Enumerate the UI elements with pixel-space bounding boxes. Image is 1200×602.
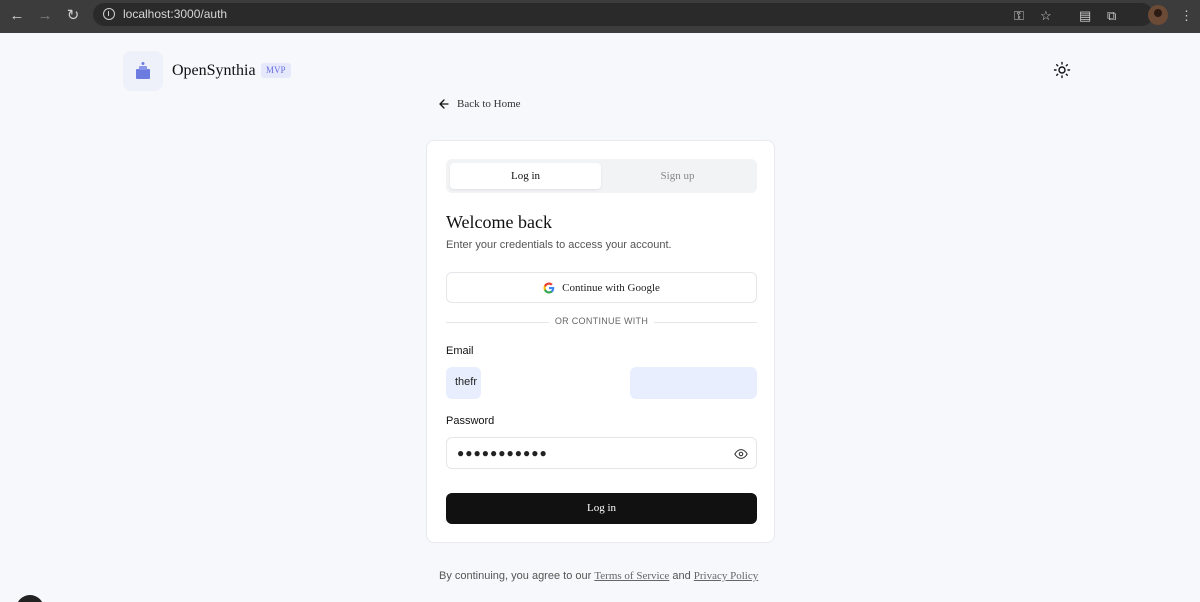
- auth-tabs: Log in Sign up: [446, 159, 757, 193]
- key-icon[interactable]: ⚿: [1014, 7, 1024, 25]
- sun-icon: [1053, 61, 1071, 79]
- email-value: thefr: [455, 376, 478, 388]
- email-label: Email: [446, 345, 474, 357]
- google-button-label: Continue with Google: [562, 281, 660, 294]
- theme-toggle-button[interactable]: [1053, 61, 1071, 79]
- logo[interactable]: [123, 51, 163, 91]
- back-to-home-link[interactable]: Back to Home: [439, 98, 521, 110]
- site-info-icon[interactable]: [103, 8, 115, 20]
- star-icon[interactable]: ☆: [1040, 7, 1052, 25]
- email-autofill-right: [630, 367, 757, 399]
- reload-icon[interactable]: ↻: [63, 6, 83, 26]
- password-field[interactable]: ●●●●●●●●●●●: [446, 437, 757, 469]
- dev-tools-indicator[interactable]: [16, 595, 44, 602]
- extensions-icon[interactable]: ⧉: [1107, 7, 1116, 25]
- back-arrow-icon[interactable]: ←: [7, 6, 27, 26]
- brand-name: OpenSynthia: [172, 62, 256, 79]
- tab-log-in[interactable]: Log in: [450, 163, 601, 189]
- login-submit-button[interactable]: Log in: [446, 493, 757, 524]
- email-field[interactable]: thefr: [446, 367, 757, 399]
- mvp-badge: MVP: [261, 63, 291, 78]
- auth-card: Log in Sign up Welcome back Enter your c…: [426, 140, 775, 543]
- terms-link[interactable]: Terms of Service: [594, 570, 669, 582]
- menu-kebab-icon[interactable]: ⋮: [1180, 7, 1193, 25]
- password-label: Password: [446, 415, 495, 427]
- profile-avatar[interactable]: [1148, 5, 1168, 25]
- footer-and: and: [669, 570, 694, 582]
- privacy-link[interactable]: Privacy Policy: [694, 570, 758, 582]
- divider-text: OR CONTINUE WITH: [548, 316, 655, 326]
- arrow-left-icon: [439, 99, 449, 109]
- google-icon: [543, 282, 555, 293]
- eye-icon[interactable]: [734, 447, 748, 461]
- back-link-label: Back to Home: [457, 98, 521, 110]
- forward-arrow-icon[interactable]: →: [35, 6, 55, 26]
- form-title: Welcome back: [446, 212, 552, 232]
- google-signin-button[interactable]: Continue with Google: [446, 272, 757, 303]
- logo-icon: [136, 62, 150, 79]
- password-value: ●●●●●●●●●●●: [457, 446, 548, 460]
- document-icon[interactable]: ▤: [1079, 7, 1091, 25]
- tab-sign-up[interactable]: Sign up: [602, 163, 753, 189]
- or-divider: OR CONTINUE WITH: [446, 316, 757, 328]
- footer-prefix: By continuing, you agree to our: [439, 570, 595, 582]
- form-subtitle: Enter your credentials to access your ac…: [446, 239, 672, 251]
- legal-footer: By continuing, you agree to our Terms of…: [439, 570, 758, 582]
- address-bar[interactable]: localhost:3000/auth: [93, 3, 1153, 26]
- browser-toolbar: ← → ↻ localhost:3000/auth ⚿ ☆ ▤ ⧉ ⋮: [0, 0, 1200, 33]
- url-text: localhost:3000/auth: [123, 7, 228, 21]
